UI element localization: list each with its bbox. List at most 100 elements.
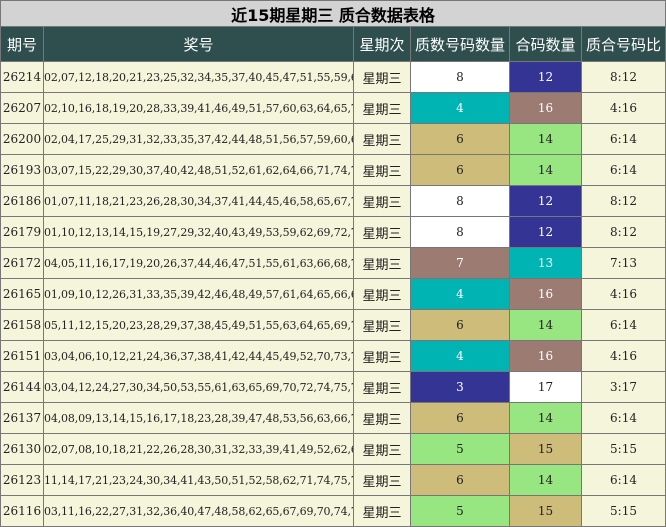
numbers-cell: 03,04,06,10,12,21,24,36,37,38,41,42,44,4… xyxy=(43,340,354,372)
table-row: 26214 02,07,12,18,20,21,23,25,32,34,35,37… xyxy=(0,61,666,93)
numbers-cell: 04,05,11,16,17,19,20,26,37,44,46,47,51,5… xyxy=(43,247,354,279)
table-row: 26151 03,04,06,10,12,21,24,36,37,38,41,42… xyxy=(0,340,666,372)
ratio-cell: 5:15 xyxy=(581,433,666,465)
header-numbers: 奖号 xyxy=(43,26,354,62)
numbers-cell: 01,07,11,18,21,23,26,28,30,34,37,41,44,4… xyxy=(43,185,354,217)
ratio-cell: 4:16 xyxy=(581,92,666,124)
numbers-cell: 03,04,12,24,27,30,34,50,53,55,61,63,65,6… xyxy=(43,371,354,403)
weekday-cell: 星期三 xyxy=(353,61,411,93)
prime-count-cell: 6 xyxy=(410,464,510,496)
header-ratio: 质合号码比 xyxy=(581,26,666,62)
ratio-cell: 8:12 xyxy=(581,61,666,93)
issue-cell: 26165 xyxy=(0,278,44,310)
prime-count-cell: 6 xyxy=(410,402,510,434)
table-row: 26193 03,07,15,22,29,30,37,40,42,48,51,52… xyxy=(0,154,666,186)
header-row: 期号 奖号 星期次 质数号码数量 合码数量 质合号码比 xyxy=(0,26,666,62)
header-issue: 期号 xyxy=(0,26,44,62)
prime-count-cell: 3 xyxy=(410,371,510,403)
issue-cell: 26172 xyxy=(0,247,44,279)
weekday-cell: 星期三 xyxy=(353,247,411,279)
issue-cell: 26151 xyxy=(0,340,44,372)
header-composite-count: 合码数量 xyxy=(509,26,582,62)
weekday-cell: 星期三 xyxy=(353,216,411,248)
issue-cell: 26179 xyxy=(0,216,44,248)
weekday-cell: 星期三 xyxy=(353,185,411,217)
weekday-cell: 星期三 xyxy=(353,278,411,310)
numbers-cell: 02,10,16,18,19,20,28,33,39,41,46,49,51,5… xyxy=(43,92,354,124)
table-row: 26137 04,08,09,13,14,15,16,17,18,23,28,39… xyxy=(0,402,666,434)
prime-count-cell: 7 xyxy=(410,247,510,279)
issue-cell: 26200 xyxy=(0,123,44,155)
numbers-cell: 11,14,17,21,23,24,30,34,41,43,50,51,52,5… xyxy=(43,464,354,496)
issue-cell: 26123 xyxy=(0,464,44,496)
weekday-cell: 星期三 xyxy=(353,340,411,372)
page: 近15期星期三 质合数据表格 期号 奖号 星期次 质数号码数量 合码数量 质合号… xyxy=(0,0,666,527)
composite-count-cell: 14 xyxy=(509,154,582,186)
table-row: 26116 03,11,16,22,27,31,32,36,40,47,48,58… xyxy=(0,495,666,527)
table-row: 26186 01,07,11,18,21,23,26,28,30,34,37,41… xyxy=(0,185,666,217)
composite-count-cell: 14 xyxy=(509,464,582,496)
prime-count-cell: 5 xyxy=(410,433,510,465)
weekday-cell: 星期三 xyxy=(353,371,411,403)
prime-count-cell: 8 xyxy=(410,216,510,248)
table-row: 26144 03,04,12,24,27,30,34,50,53,55,61,63… xyxy=(0,371,666,403)
prime-count-cell: 4 xyxy=(410,278,510,310)
composite-count-cell: 12 xyxy=(509,185,582,217)
composite-count-cell: 15 xyxy=(509,495,582,527)
table-title: 近15期星期三 质合数据表格 xyxy=(0,0,666,27)
issue-cell: 26186 xyxy=(0,185,44,217)
table-row: 26200 02,04,17,25,29,31,32,33,35,37,42,44… xyxy=(0,123,666,155)
weekday-cell: 星期三 xyxy=(353,123,411,155)
numbers-cell: 02,07,08,10,18,21,22,26,28,30,31,32,33,3… xyxy=(43,433,354,465)
composite-count-cell: 13 xyxy=(509,247,582,279)
composite-count-cell: 14 xyxy=(509,309,582,341)
issue-cell: 26137 xyxy=(0,402,44,434)
ratio-cell: 4:16 xyxy=(581,278,666,310)
numbers-cell: 01,09,10,12,26,31,33,35,39,42,46,48,49,5… xyxy=(43,278,354,310)
ratio-cell: 3:17 xyxy=(581,371,666,403)
weekday-cell: 星期三 xyxy=(353,433,411,465)
numbers-cell: 04,08,09,13,14,15,16,17,18,23,28,39,47,4… xyxy=(43,402,354,434)
composite-count-cell: 14 xyxy=(509,123,582,155)
composite-count-cell: 16 xyxy=(509,278,582,310)
table-row: 26123 11,14,17,21,23,24,30,34,41,43,50,51… xyxy=(0,464,666,496)
table-row: 26172 04,05,11,16,17,19,20,26,37,44,46,47… xyxy=(0,247,666,279)
weekday-cell: 星期三 xyxy=(353,309,411,341)
ratio-cell: 6:14 xyxy=(581,402,666,434)
prime-count-cell: 5 xyxy=(410,495,510,527)
issue-cell: 26214 xyxy=(0,61,44,93)
numbers-cell: 02,04,17,25,29,31,32,33,35,37,42,44,48,5… xyxy=(43,123,354,155)
table-body: 26214 02,07,12,18,20,21,23,25,32,34,35,37… xyxy=(0,61,666,527)
issue-cell: 26158 xyxy=(0,309,44,341)
prime-count-cell: 4 xyxy=(410,92,510,124)
numbers-cell: 03,07,15,22,29,30,37,40,42,48,51,52,61,6… xyxy=(43,154,354,186)
composite-count-cell: 14 xyxy=(509,402,582,434)
composite-count-cell: 15 xyxy=(509,433,582,465)
composite-count-cell: 16 xyxy=(509,340,582,372)
table-row: 26207 02,10,16,18,19,20,28,33,39,41,46,49… xyxy=(0,92,666,124)
prime-count-cell: 6 xyxy=(410,309,510,341)
ratio-cell: 4:16 xyxy=(581,340,666,372)
ratio-cell: 6:14 xyxy=(581,464,666,496)
header-weekday: 星期次 xyxy=(353,26,411,62)
composite-count-cell: 17 xyxy=(509,371,582,403)
numbers-cell: 05,11,12,15,20,23,28,29,37,38,45,49,51,5… xyxy=(43,309,354,341)
ratio-cell: 6:14 xyxy=(581,154,666,186)
prime-count-cell: 8 xyxy=(410,61,510,93)
issue-cell: 26207 xyxy=(0,92,44,124)
weekday-cell: 星期三 xyxy=(353,92,411,124)
weekday-cell: 星期三 xyxy=(353,402,411,434)
ratio-cell: 6:14 xyxy=(581,309,666,341)
ratio-cell: 5:15 xyxy=(581,495,666,527)
prime-count-cell: 4 xyxy=(410,340,510,372)
issue-cell: 26116 xyxy=(0,495,44,527)
issue-cell: 26130 xyxy=(0,433,44,465)
composite-count-cell: 12 xyxy=(509,61,582,93)
prime-count-cell: 6 xyxy=(410,123,510,155)
numbers-cell: 03,11,16,22,27,31,32,36,40,47,48,58,62,6… xyxy=(43,495,354,527)
weekday-cell: 星期三 xyxy=(353,154,411,186)
ratio-cell: 8:12 xyxy=(581,185,666,217)
ratio-cell: 7:13 xyxy=(581,247,666,279)
numbers-cell: 01,10,12,13,14,15,19,27,29,32,40,43,49,5… xyxy=(43,216,354,248)
composite-count-cell: 12 xyxy=(509,216,582,248)
